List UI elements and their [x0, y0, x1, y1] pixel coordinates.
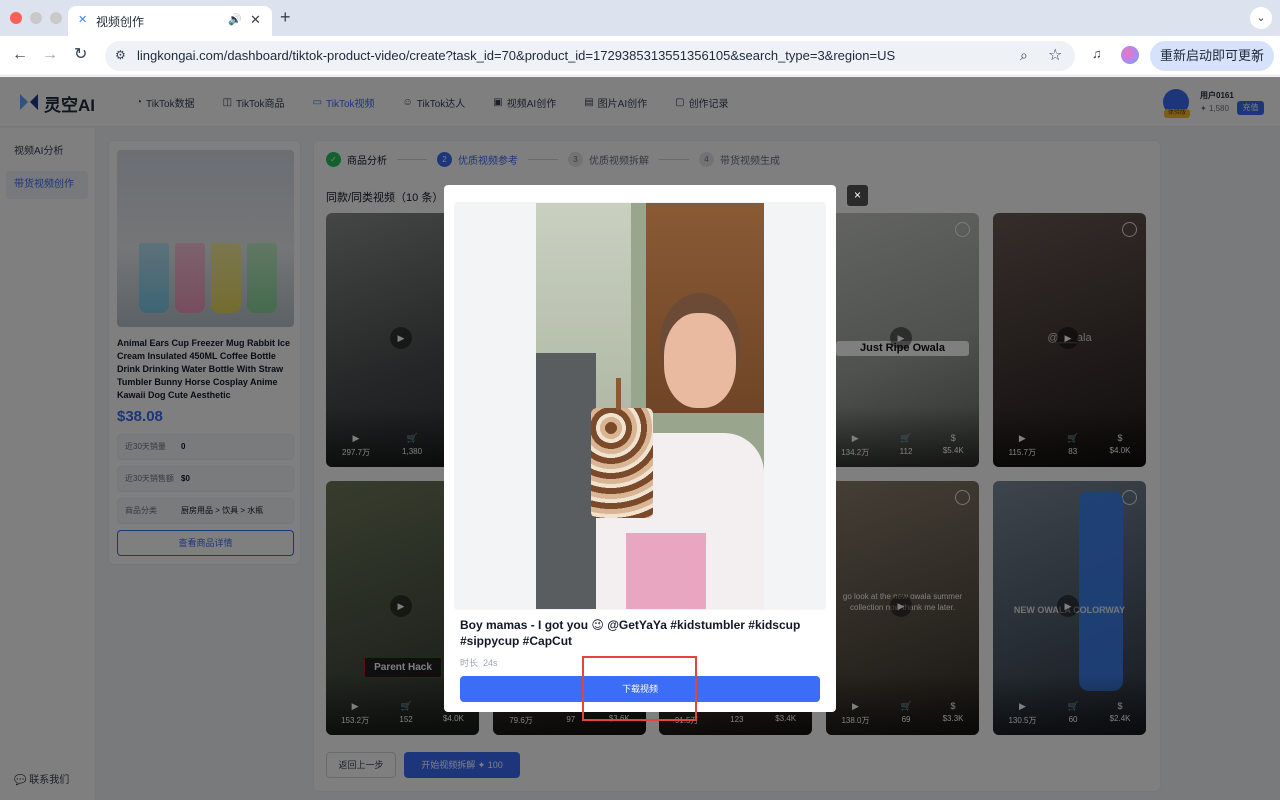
- browser-tab[interactable]: ✕ 视频创作 🔊 ✕: [68, 6, 272, 36]
- media-control-icon[interactable]: ♫: [1092, 46, 1102, 61]
- close-window-button[interactable]: [10, 12, 22, 24]
- url-text[interactable]: lingkongai.com/dashboard/tiktok-product-…: [137, 48, 895, 63]
- site-info-icon[interactable]: ⚙: [115, 48, 126, 62]
- search-icon[interactable]: ⌕: [1020, 47, 1028, 64]
- profile-avatar-icon[interactable]: [1121, 46, 1139, 64]
- highlight-annotation-box: [582, 656, 697, 721]
- tab-search-chevron-icon[interactable]: ⌄: [1250, 7, 1272, 29]
- video-player[interactable]: [454, 202, 826, 610]
- duration-value: 24s: [483, 658, 498, 668]
- tab-title: 视频创作: [96, 15, 145, 29]
- site-favicon-icon: ✕: [78, 14, 88, 26]
- reload-icon[interactable]: ↻: [74, 46, 87, 64]
- close-icon[interactable]: ×: [847, 185, 868, 206]
- video-caption: Boy mamas - I got you 😉 @GetYaYa #kidstu…: [460, 618, 801, 648]
- speaker-icon[interactable]: 🔊: [228, 13, 242, 26]
- forward-arrow-icon[interactable]: →: [42, 46, 58, 64]
- relaunch-update-button[interactable]: 重新启动即可更新 ⋮: [1150, 41, 1274, 71]
- minimize-window-button[interactable]: [30, 12, 42, 24]
- video-preview-modal: Boy mamas - I got you 😉 @GetYaYa #kidstu…: [444, 185, 836, 712]
- duration-label: 时长: [460, 658, 479, 668]
- update-label: 重新启动即可更新: [1160, 48, 1265, 63]
- video-duration: 时长 24s: [460, 656, 498, 669]
- more-menu-icon[interactable]: ⋮: [1250, 41, 1264, 71]
- close-tab-icon[interactable]: ✕: [250, 12, 261, 28]
- video-frame[interactable]: [536, 203, 764, 609]
- browser-tab-bar: ✕ 视频创作 🔊 ✕ + ⌄: [0, 0, 1280, 36]
- back-arrow-icon[interactable]: ←: [12, 46, 28, 64]
- address-bar: ← → ↻ ⚙ lingkongai.com/dashboard/tiktok-…: [0, 36, 1280, 76]
- bookmark-star-icon[interactable]: ☆: [1048, 45, 1062, 65]
- url-omnibox[interactable]: ⚙ lingkongai.com/dashboard/tiktok-produc…: [105, 41, 1075, 71]
- maximize-window-button[interactable]: [50, 12, 62, 24]
- new-tab-icon[interactable]: +: [280, 8, 291, 26]
